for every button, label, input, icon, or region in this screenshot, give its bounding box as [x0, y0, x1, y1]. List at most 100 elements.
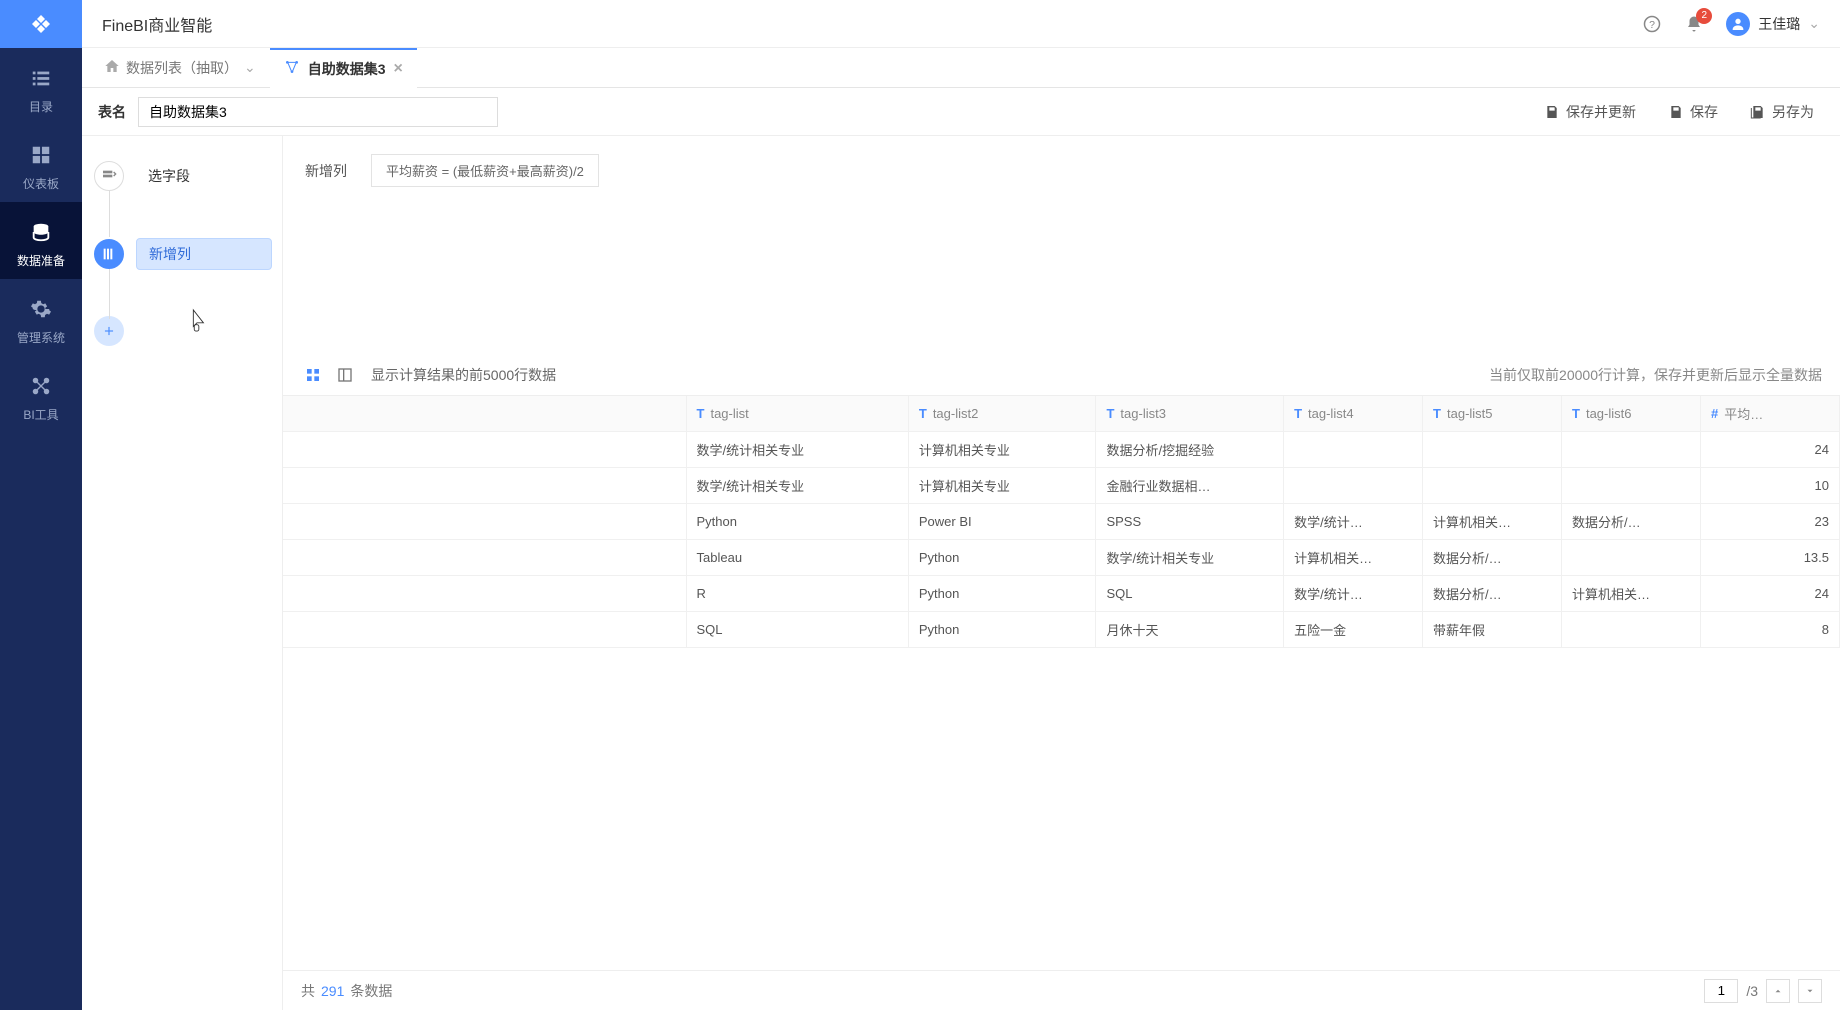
table-cell: 计算机相关…	[1562, 576, 1701, 612]
nav-catalog[interactable]: 目录	[0, 48, 82, 125]
user-menu[interactable]: 王佳璐 ⌄	[1726, 12, 1820, 36]
table-cell: Python	[908, 612, 1096, 648]
nav-label: 仪表板	[23, 175, 59, 192]
nav-admin[interactable]: 管理系统	[0, 279, 82, 356]
table-cell: 24	[1700, 576, 1839, 612]
text-type-icon: T	[1294, 406, 1302, 421]
split-view-button[interactable]	[333, 363, 357, 387]
add-step-button[interactable]	[94, 316, 124, 346]
username: 王佳璐	[1758, 14, 1800, 34]
nav-dataprep[interactable]: 数据准备	[0, 202, 82, 279]
column-header[interactable]: Ttag-list	[686, 396, 908, 432]
data-table[interactable]: Ttag-list Ttag-list2 Ttag-list3 Ttag-lis…	[283, 395, 1840, 970]
step-new-column[interactable]: 新增列	[94, 238, 282, 270]
footer: 共 291 条数据 /3	[283, 970, 1840, 1010]
button-label: 保存	[1690, 102, 1718, 122]
prev-page-button[interactable]	[1766, 979, 1790, 1003]
table-row[interactable]: SQLPython月休十天五险一金带薪年假8	[283, 612, 1840, 648]
table-cell: 计算机相关专业	[908, 468, 1096, 504]
table-cell	[1562, 612, 1701, 648]
step-select-fields[interactable]: 选字段	[94, 160, 282, 192]
table-cell: R	[686, 576, 908, 612]
column-header[interactable]: Ttag-list2	[908, 396, 1096, 432]
database-icon	[29, 220, 53, 244]
next-page-button[interactable]	[1798, 979, 1822, 1003]
column-header[interactable]: Ttag-list5	[1423, 396, 1562, 432]
table-row[interactable]: 数学/统计相关专业计算机相关专业数据分析/挖掘经验24	[283, 432, 1840, 468]
tab-bar: 数据列表（抽取） ⌄ 自助数据集3 ×	[82, 48, 1840, 88]
table-cell: Python	[908, 576, 1096, 612]
save-button[interactable]: 保存	[1658, 96, 1728, 128]
page-input[interactable]	[1704, 979, 1738, 1003]
table-cell: Python	[686, 504, 908, 540]
help-icon[interactable]: ?	[1642, 14, 1662, 34]
column-icon	[94, 239, 124, 269]
table-name-label: 表名	[98, 102, 126, 122]
nav-dashboard[interactable]: 仪表板	[0, 125, 82, 202]
grid-view-button[interactable]	[301, 363, 325, 387]
formula-text[interactable]: 平均薪资 = (最低薪资+最高薪资)/2	[371, 154, 599, 187]
table-cell: 数学/统计…	[1284, 576, 1423, 612]
tab-label: 自助数据集3	[308, 59, 386, 79]
home-icon	[104, 58, 120, 77]
column-header[interactable]: Ttag-list6	[1562, 396, 1701, 432]
button-label: 另存为	[1772, 102, 1814, 122]
table-header-row: Ttag-list Ttag-list2 Ttag-list3 Ttag-lis…	[283, 396, 1840, 432]
table-cell	[1284, 468, 1423, 504]
table-row[interactable]: 数学/统计相关专业计算机相关专业金融行业数据相…10	[283, 468, 1840, 504]
table-cell: 金融行业数据相…	[1096, 468, 1284, 504]
save-as-button[interactable]: 另存为	[1740, 96, 1824, 128]
formula-label: 新增列	[305, 161, 347, 181]
table-cell: 数学/统计相关专业	[686, 468, 908, 504]
close-icon[interactable]: ×	[394, 60, 403, 78]
steps-rail: 选字段 新增列	[82, 136, 282, 1010]
column-header[interactable]: Ttag-list3	[1096, 396, 1284, 432]
preview-note-left: 显示计算结果的前5000行数据	[371, 365, 556, 385]
bell-icon[interactable]: 2	[1684, 14, 1704, 34]
table-cell	[1423, 468, 1562, 504]
table-cell: 24	[1700, 432, 1839, 468]
table-cell: Power BI	[908, 504, 1096, 540]
avatar-icon	[1726, 12, 1750, 36]
table-cell: 月休十天	[1096, 612, 1284, 648]
total-count: 291	[321, 983, 344, 999]
nav-label: 数据准备	[17, 252, 65, 269]
list-icon	[29, 66, 53, 90]
nav-label: BI工具	[23, 406, 58, 423]
tab-dataset[interactable]: 自助数据集3 ×	[270, 48, 417, 88]
table-cell	[1423, 432, 1562, 468]
table-row[interactable]: TableauPython数学/统计相关专业计算机相关…数据分析/…13.5	[283, 540, 1840, 576]
column-header[interactable]: #平均…	[1700, 396, 1839, 432]
table-name-input[interactable]	[138, 97, 498, 127]
text-type-icon: T	[1433, 406, 1441, 421]
column-header[interactable]: Ttag-list4	[1284, 396, 1423, 432]
breadcrumb[interactable]: 数据列表（抽取） ⌄	[98, 58, 262, 78]
table-cell: 13.5	[1700, 540, 1839, 576]
table-cell: SQL	[686, 612, 908, 648]
number-type-icon: #	[1711, 406, 1718, 421]
logo[interactable]	[0, 0, 82, 48]
nav-bitools[interactable]: BI工具	[0, 356, 82, 433]
table-cell: 数据分析/…	[1562, 504, 1701, 540]
left-sidebar: 目录 仪表板 数据准备 管理系统 BI工具	[0, 0, 82, 1010]
table-row[interactable]: PythonPower BISPSS数学/统计…计算机相关…数据分析/…23	[283, 504, 1840, 540]
table-cell: Tableau	[686, 540, 908, 576]
table-cell: 数据分析/…	[1423, 540, 1562, 576]
table-cell: SQL	[1096, 576, 1284, 612]
select-fields-icon	[94, 161, 124, 191]
button-label: 保存并更新	[1566, 102, 1636, 122]
save-update-button[interactable]: 保存并更新	[1534, 96, 1646, 128]
table-cell: Python	[908, 540, 1096, 576]
svg-text:?: ?	[1649, 18, 1655, 30]
step-label: 选字段	[136, 160, 272, 192]
table-cell: 23	[1700, 504, 1839, 540]
preview-note-right: 当前仅取前20000行计算，保存并更新后显示全量数据	[1489, 365, 1822, 385]
table-row[interactable]: RPythonSQL数学/统计…数据分析/…计算机相关…24	[283, 576, 1840, 612]
nav-label: 管理系统	[17, 329, 65, 346]
table-cell: 计算机相关专业	[908, 432, 1096, 468]
notification-badge: 2	[1696, 8, 1712, 24]
table-cell: 计算机相关…	[1423, 504, 1562, 540]
table-cell: 数据分析/…	[1423, 576, 1562, 612]
dataset-icon	[284, 59, 300, 78]
table-cell	[1562, 468, 1701, 504]
